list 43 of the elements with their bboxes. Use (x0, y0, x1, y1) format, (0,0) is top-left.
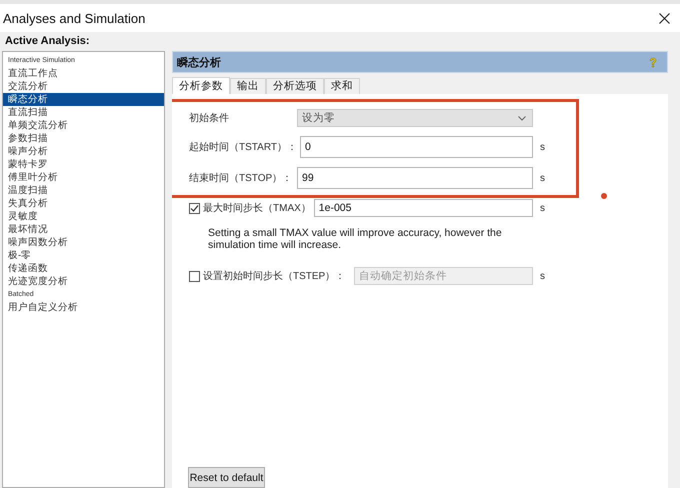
analysis-item[interactable]: 噪声因数分析 (3, 236, 164, 249)
window-title: Analyses and Simulation (3, 10, 146, 26)
field-label: 结束时间（TSTOP）： (189, 172, 294, 185)
hint-text: Setting a small TMAX value will improve accuracy, however the simulation time will increase. (208, 227, 503, 251)
close-icon[interactable] (659, 12, 670, 24)
unit-label: s (540, 142, 545, 152)
unit-label: s (540, 172, 545, 184)
analysis-item[interactable]: 直流工作点 (3, 67, 164, 80)
analysis-item[interactable]: 灵敏度 (3, 210, 164, 223)
dropdown-field[interactable]: 设为零 (297, 109, 533, 127)
analysis-item[interactable]: 单频交流分析 (3, 119, 164, 132)
analysis-item[interactable]: 光迹宽度分析 (3, 275, 164, 288)
checkbox[interactable] (189, 202, 200, 214)
unit-label: s (540, 270, 545, 282)
unit-label: s (540, 202, 545, 214)
reset-button[interactable]: Reset to default (188, 467, 265, 488)
option-label: 最大时间步长（TMAX） (203, 202, 312, 215)
analysis-item[interactable]: 直流扫描 (3, 106, 164, 119)
field-label: 起始时间（TSTART）： (189, 140, 298, 154)
analysis-item[interactable]: 傅里叶分析 (3, 171, 164, 184)
analysis-item[interactable]: 用户自定义分析 (3, 301, 164, 314)
input-field[interactable]: 1e-005 (314, 199, 533, 217)
tab[interactable]: 分析参数 (172, 77, 230, 94)
analysis-item[interactable]: 失真分析 (3, 197, 164, 210)
analysis-item[interactable]: 最坏情况 (3, 223, 164, 236)
analysis-item[interactable]: 瞬态分析 (3, 93, 164, 106)
panel-title: 瞬态分析 (177, 56, 221, 70)
tab[interactable]: 求和 (324, 78, 360, 94)
tab[interactable]: 输出 (230, 78, 266, 94)
analysis-item[interactable]: 噪声分析 (3, 145, 164, 158)
analysis-item[interactable]: 传递函数 (3, 262, 164, 275)
input-field[interactable]: 99 (297, 167, 533, 189)
section-label: Active Analysis: (4, 34, 91, 48)
analysis-item[interactable]: 交流分析 (3, 80, 164, 93)
field-label: 初始条件 (189, 112, 230, 125)
input-field[interactable]: 0 (300, 136, 533, 158)
chevron-down-icon (518, 116, 526, 120)
analysis-item[interactable]: 参数扫描 (3, 132, 164, 145)
analysis-item[interactable]: 温度扫描 (3, 184, 164, 197)
analysis-item[interactable]: 极-零 (3, 249, 164, 262)
tab[interactable]: 分析选项 (266, 78, 324, 94)
analysis-item[interactable]: 蒙特卡罗 (3, 158, 164, 171)
option-label: 设置初始时间步长（TSTEP）： (203, 270, 346, 283)
